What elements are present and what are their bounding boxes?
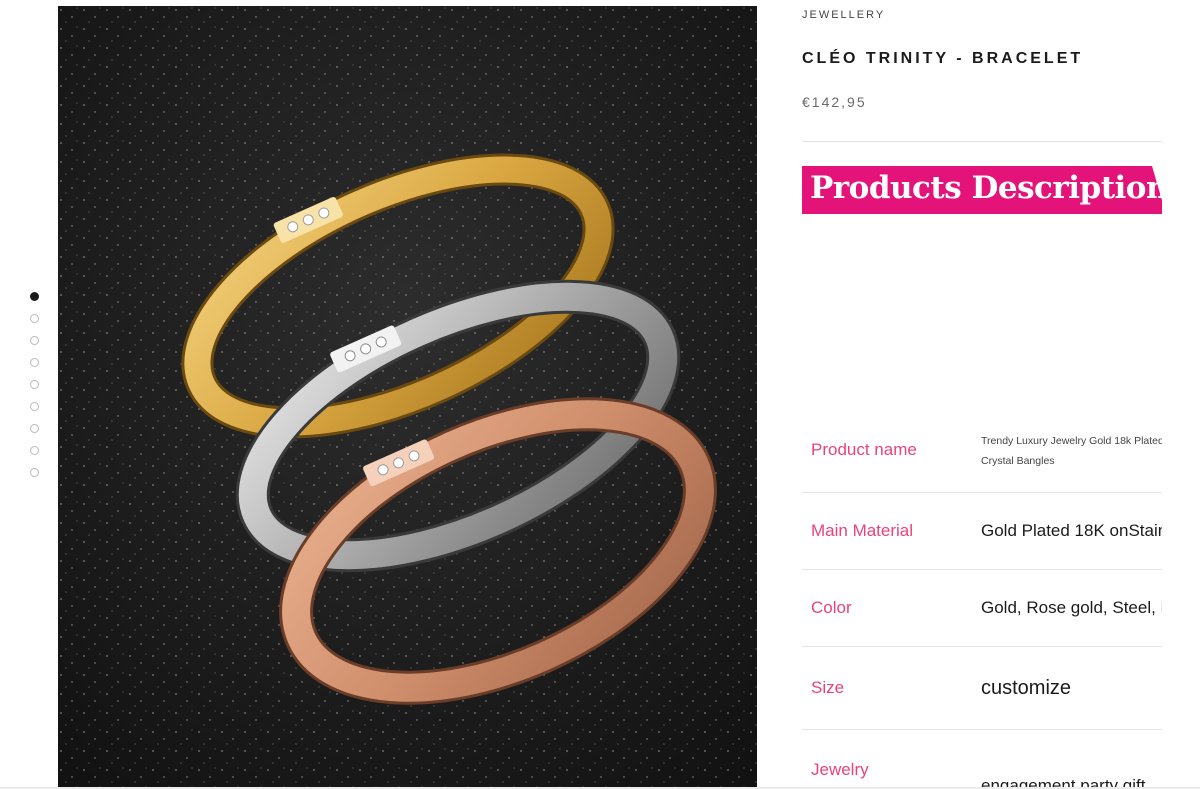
gallery-dot-2[interactable] <box>30 314 39 323</box>
spec-label: Main Material <box>811 521 914 540</box>
gallery-dot-1[interactable] <box>30 292 39 301</box>
spec-label: Size <box>811 678 845 697</box>
table-row: Color Gold, Rose gold, Steel, Black <box>802 570 1162 647</box>
gallery-dot-3[interactable] <box>30 336 39 345</box>
divider <box>802 141 1162 142</box>
spec-label: Jewelry <box>811 760 869 779</box>
gallery-dot-8[interactable] <box>30 446 39 455</box>
spec-value: Gold Plated 18K onStainless Steel <box>981 521 1162 540</box>
table-row: Jewelry engagement party gift <box>802 730 1162 789</box>
gallery-dot-5[interactable] <box>30 380 39 389</box>
product-info: JEWELLERY CLÉO TRINITY - BRACELET €142,9… <box>802 0 1162 789</box>
products-description-heading: Products Description <box>810 170 1162 206</box>
spec-label: Product name <box>811 440 917 459</box>
gallery-dot-6[interactable] <box>30 402 39 411</box>
table-row: Product name Trendy Luxury Jewelry Gold … <box>802 412 1162 493</box>
specs-table: Product name Trendy Luxury Jewelry Gold … <box>802 412 1162 789</box>
spec-value: Trendy Luxury Jewelry Gold 18k Plated Cr… <box>981 435 1162 467</box>
spec-label: Color <box>811 598 852 617</box>
table-row: Size customize <box>802 647 1162 730</box>
spec-value: Gold, Rose gold, Steel, Black <box>981 598 1162 617</box>
gallery-dot-4[interactable] <box>30 358 39 367</box>
spec-value: customize <box>981 677 1072 699</box>
table-row: Main Material Gold Plated 18K onStainles… <box>802 493 1162 570</box>
bracelets-photo <box>58 6 757 789</box>
gallery-dot-9[interactable] <box>30 468 39 477</box>
product-image[interactable] <box>58 6 757 789</box>
product-price: €142,95 <box>802 94 867 110</box>
products-description-banner: Products Description <box>802 166 1162 214</box>
gallery-dot-7[interactable] <box>30 424 39 433</box>
breadcrumb-jewellery[interactable]: JEWELLERY <box>802 9 885 21</box>
product-title: CLÉO TRINITY - BRACELET <box>802 50 1084 67</box>
gallery-dots <box>30 292 42 490</box>
